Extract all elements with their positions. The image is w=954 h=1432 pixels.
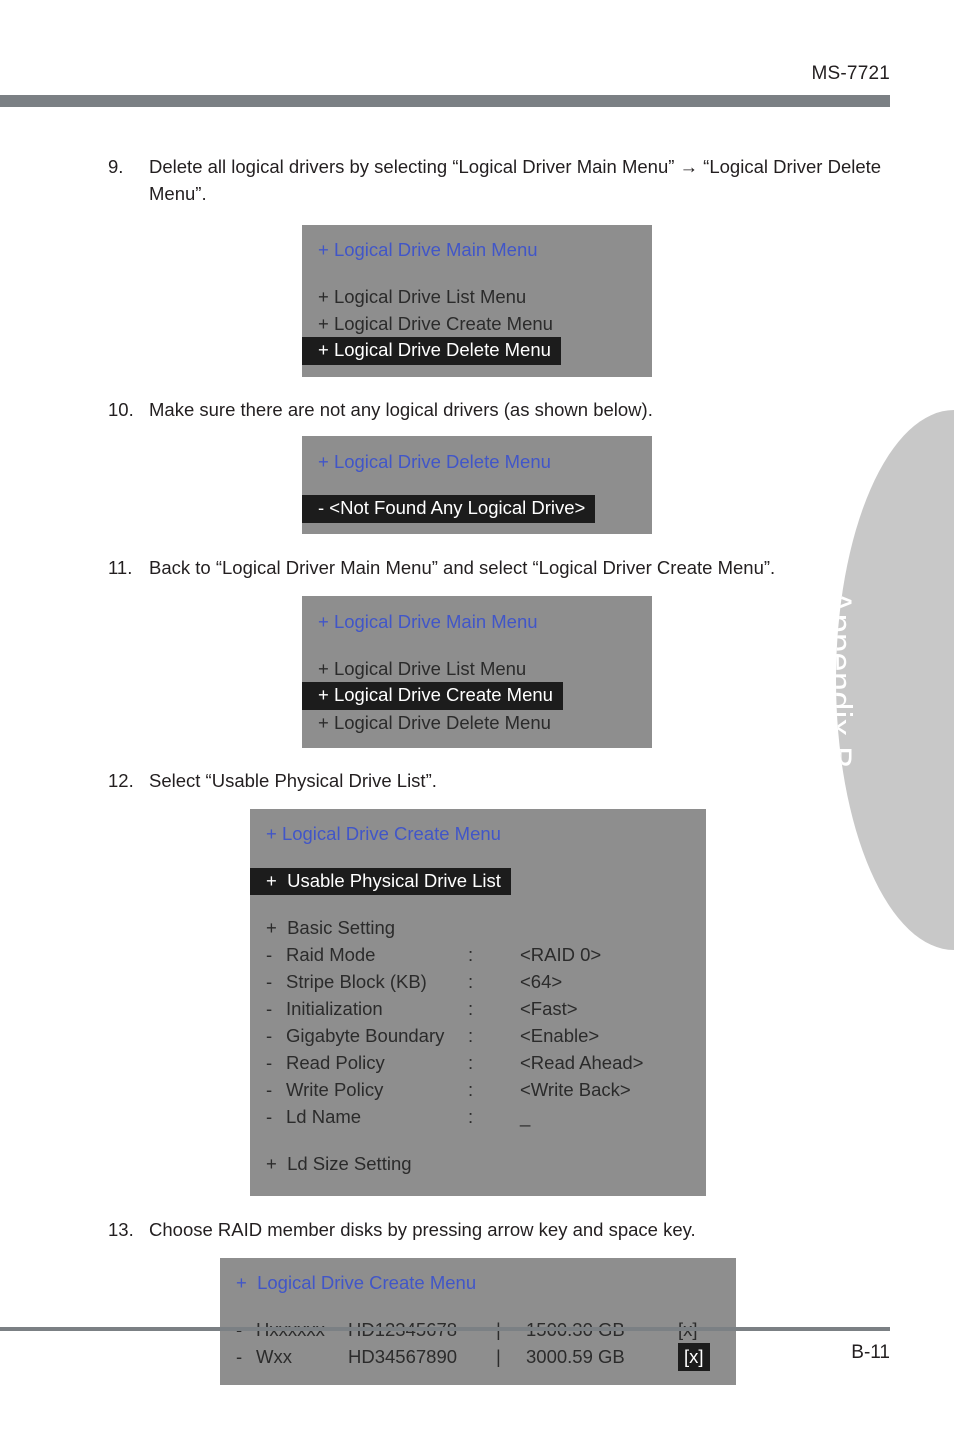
setting-row-gigabyte-boundary[interactable]: - Gigabyte Boundary : <Enable> <box>250 1023 706 1050</box>
setting-value: <64> <box>520 971 563 993</box>
setting-dash: - <box>266 998 273 1020</box>
step-item: 11. Back to “Logical Driver Main Menu” a… <box>108 555 890 582</box>
header-divider-bar <box>0 95 890 107</box>
setting-colon: : <box>468 998 474 1020</box>
setting-colon: : <box>468 1025 474 1047</box>
step-item: 10. Make sure there are not any logical … <box>108 397 890 424</box>
setting-row-raid-mode[interactable]: - Raid Mode : <RAID 0> <box>250 942 706 969</box>
console-menu-item-list[interactable]: + Logical Drive List Menu <box>302 284 652 311</box>
footer-divider-line <box>0 1327 890 1331</box>
step-text: Choose RAID member disks by pressing arr… <box>149 1219 696 1241</box>
console-title: + Logical Drive Create Menu <box>236 1272 477 1294</box>
console-title: + Logical Drive Main Menu <box>318 238 538 260</box>
setting-label: Ld Name <box>286 1106 362 1128</box>
step-number: 9. <box>108 156 124 177</box>
console-logical-drive-create-menu-settings: + Logical Drive Create Menu + Usable Phy… <box>250 809 706 1197</box>
console-spacer <box>250 895 706 915</box>
setting-colon: : <box>468 1079 474 1101</box>
console-logical-drive-delete-menu: + Logical Drive Delete Menu - <Not Found… <box>302 436 652 535</box>
setting-colon: : <box>468 1052 474 1074</box>
setting-dash: - <box>266 944 273 966</box>
step-text: Select “Usable Physical Drive List”. <box>149 770 437 792</box>
step-item: 13. Choose RAID member disks by pressing… <box>108 1217 890 1244</box>
console-menu-item-delete-selected[interactable]: + Logical Drive Delete Menu <box>302 337 652 365</box>
console-title: + Logical Drive Delete Menu <box>318 450 551 472</box>
header-model-number: MS-7721 <box>811 63 890 84</box>
console-logical-drive-main-menu-delete: + Logical Drive Main Menu + Logical Driv… <box>302 224 652 377</box>
setting-label: Read Policy <box>286 1052 385 1074</box>
step-text: Delete all logical drivers by selecting … <box>149 156 882 204</box>
console-menu-item-delete[interactable]: + Logical Drive Delete Menu <box>302 709 652 736</box>
setting-label: Stripe Block (KB) <box>286 971 427 993</box>
setting-value: <Fast> <box>520 998 578 1020</box>
setting-row-ld-name[interactable]: - Ld Name : _ <box>250 1104 706 1131</box>
console-menu-item-create-selected[interactable]: + Logical Drive Create Menu <box>302 682 652 710</box>
setting-label: Initialization <box>286 998 383 1020</box>
setting-label: Gigabyte Boundary <box>286 1025 445 1047</box>
setting-colon: : <box>468 1106 474 1128</box>
console-spacer <box>302 635 652 655</box>
step-number: 13. <box>108 1219 134 1241</box>
page-header: MS-7721 <box>0 0 954 110</box>
setting-value: <Write Back> <box>520 1079 631 1101</box>
step-item: 12. Select “Usable Physical Drive List”. <box>108 768 890 795</box>
step-number: 12. <box>108 770 134 792</box>
setting-row-stripe-block[interactable]: - Stripe Block (KB) : <64> <box>250 969 706 996</box>
setting-value: <RAID 0> <box>520 944 602 966</box>
console-title: + Logical Drive Main Menu <box>318 610 538 632</box>
setting-row-read-policy[interactable]: - Read Policy : <Read Ahead> <box>250 1050 706 1077</box>
console-highlight-label: + Logical Drive Create Menu <box>302 682 563 710</box>
console-ld-size-setting-group[interactable]: + Ld Size Setting <box>250 1151 706 1178</box>
console-spacer <box>302 475 652 495</box>
setting-dash: - <box>266 1106 273 1128</box>
console-spacer <box>250 848 706 868</box>
setting-dash: - <box>266 971 273 993</box>
setting-value: <Read Ahead> <box>520 1052 644 1074</box>
setting-dash: - <box>266 1025 273 1047</box>
ld-name-input-cursor[interactable]: _ <box>520 1108 706 1127</box>
page-content: 9. Delete all logical drivers by selecti… <box>0 110 954 1385</box>
step-text: Make sure there are not any logical driv… <box>149 398 653 420</box>
console-logical-drive-main-menu-create: + Logical Drive Main Menu + Logical Driv… <box>302 596 652 749</box>
console-title: + Logical Drive Create Menu <box>266 823 501 845</box>
console-not-found-message-selected[interactable]: - <Not Found Any Logical Drive> <box>302 495 652 523</box>
setting-row-initialization[interactable]: - Initialization : <Fast> <box>250 996 706 1023</box>
console-spacer <box>302 264 652 284</box>
setting-colon: : <box>468 944 474 966</box>
setting-label: Raid Mode <box>286 944 376 966</box>
step-text: Back to “Logical Driver Main Menu” and s… <box>149 557 776 579</box>
setting-colon: : <box>468 971 474 993</box>
step-number: 10. <box>108 398 134 420</box>
console-menu-item-create[interactable]: + Logical Drive Create Menu <box>302 311 652 338</box>
step-item: 9. Delete all logical drivers by selecti… <box>108 154 890 208</box>
console-highlight-label: + Logical Drive Delete Menu <box>302 337 561 365</box>
step-number: 11. <box>108 557 133 579</box>
setting-dash: - <box>266 1052 273 1074</box>
console-highlight-label: - <Not Found Any Logical Drive> <box>302 495 596 523</box>
setting-value: <Enable> <box>520 1025 600 1047</box>
console-menu-item-list[interactable]: + Logical Drive List Menu <box>302 655 652 682</box>
setting-label: Write Policy <box>286 1079 384 1101</box>
setting-dash: - <box>266 1079 273 1101</box>
console-basic-setting-group[interactable]: + Basic Setting <box>250 915 706 942</box>
console-spacer <box>250 1131 706 1151</box>
footer-page-number: B-11 <box>851 1342 890 1363</box>
page-footer: B-11 <box>0 1302 954 1432</box>
console-highlight-label: + Usable Physical Drive List <box>250 867 511 896</box>
console-usable-physical-drive-list-selected[interactable]: + Usable Physical Drive List <box>250 867 706 896</box>
setting-row-write-policy[interactable]: - Write Policy : <Write Back> <box>250 1077 706 1104</box>
